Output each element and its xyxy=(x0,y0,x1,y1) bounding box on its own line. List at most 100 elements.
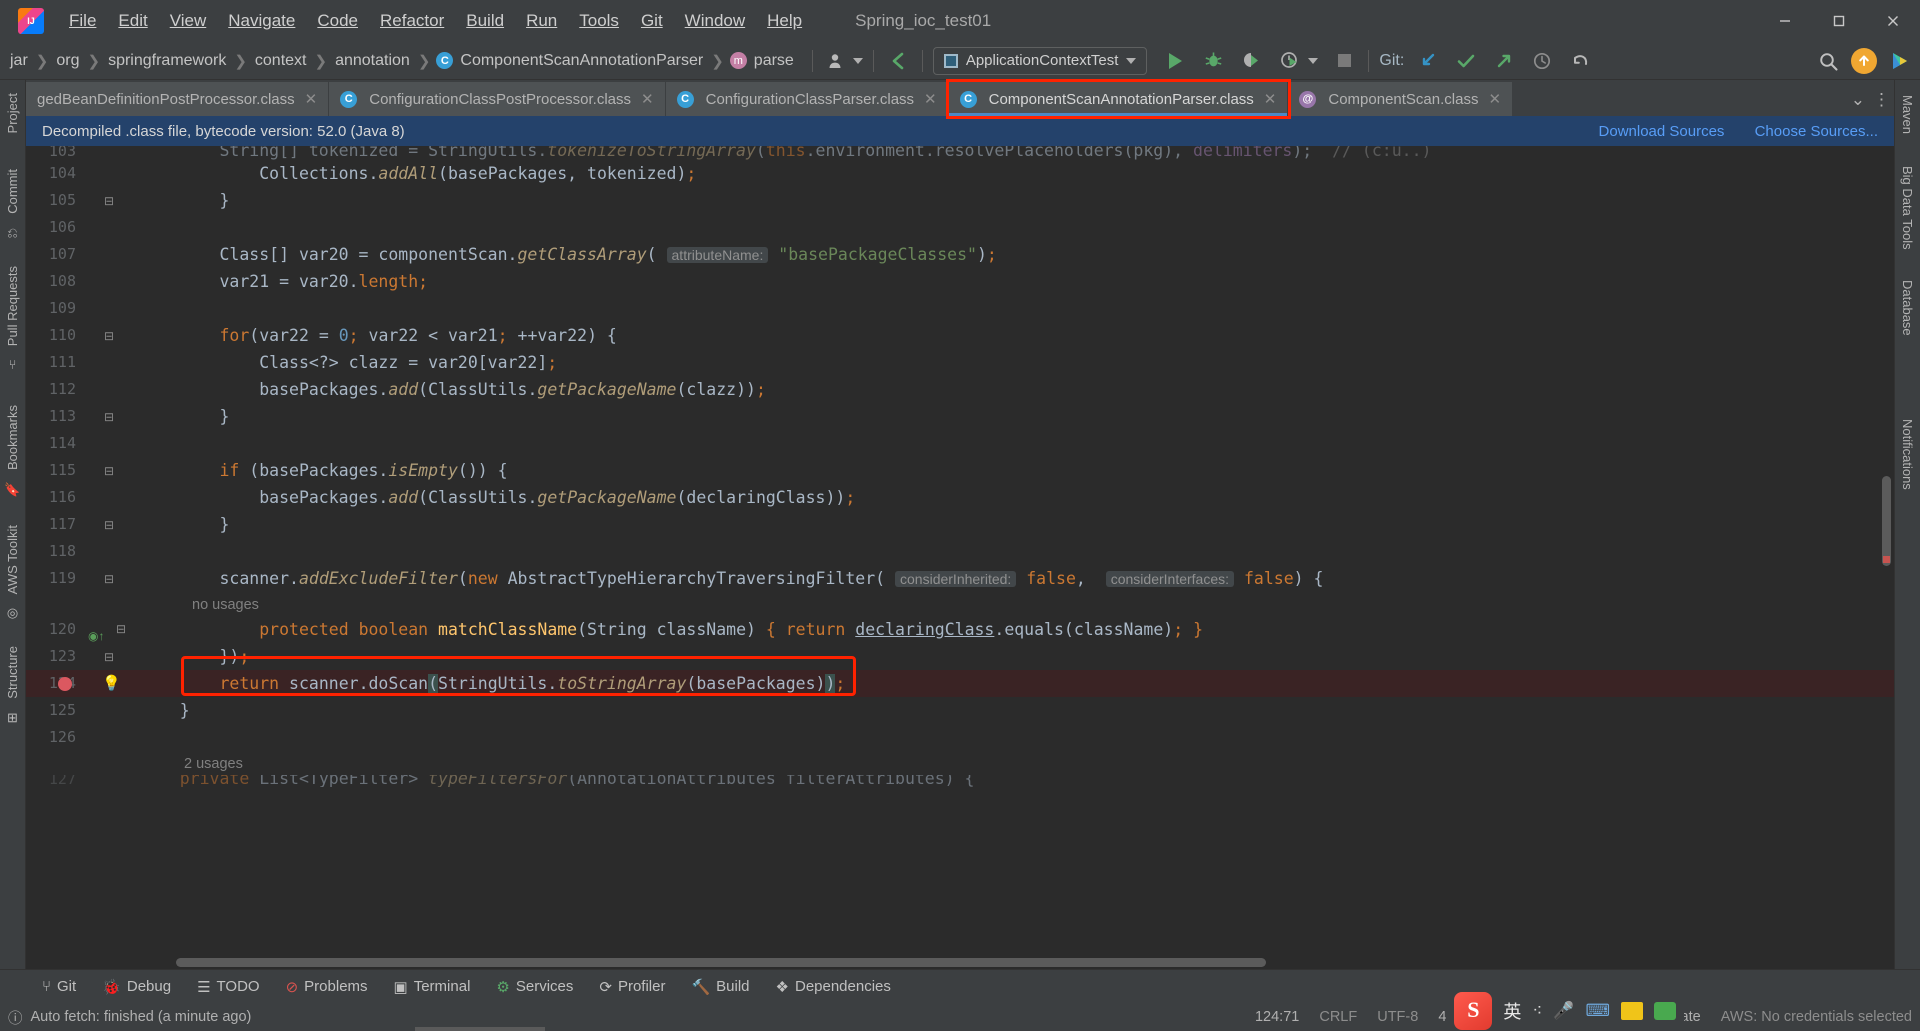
menu-refactor[interactable]: Refactor xyxy=(369,7,455,35)
intention-bulb-icon[interactable]: 💡 xyxy=(102,670,121,697)
fold-icon[interactable]: ⊟ xyxy=(104,410,114,424)
choose-sources-link[interactable]: Choose Sources... xyxy=(1755,123,1878,140)
menu-navigate[interactable]: Navigate xyxy=(217,7,306,35)
gutter-icons[interactable]: ⊟ xyxy=(86,565,132,593)
avatar-icon[interactable] xyxy=(823,47,851,75)
debug-icon[interactable] xyxy=(1199,47,1227,75)
tab-component-scan[interactable]: @ ComponentScan.class ✕ xyxy=(1288,82,1514,116)
back-arrow-icon[interactable] xyxy=(884,47,912,75)
caret-position[interactable]: 124:71 xyxy=(1255,1009,1299,1025)
gutter-icons[interactable]: ⊟ xyxy=(86,643,132,671)
breadcrumb-jar[interactable]: jar xyxy=(8,50,30,72)
tab-managed-bean-definition-post-processor[interactable]: gedBeanDefinitionPostProcessor.class ✕ xyxy=(26,82,330,116)
gutter-icons[interactable]: ⊟ xyxy=(86,322,132,350)
fold-icon[interactable]: ⊟ xyxy=(104,518,114,532)
menu-tools[interactable]: Tools xyxy=(568,7,630,35)
tool-window-debug[interactable]: 🐞 Debug xyxy=(90,974,183,1000)
avatar-dropdown-icon[interactable] xyxy=(852,57,863,64)
menu-icon[interactable] xyxy=(1654,1002,1676,1020)
gutter-icons[interactable]: ⊟ xyxy=(86,457,132,485)
close-icon[interactable]: ✕ xyxy=(1264,90,1277,108)
profiler-icon[interactable] xyxy=(1275,47,1303,75)
file-encoding[interactable]: UTF-8 xyxy=(1377,1009,1418,1025)
breadcrumb-springframework[interactable]: springframework xyxy=(106,50,228,72)
tabs-more-icon[interactable]: ⋮ xyxy=(1873,90,1890,110)
breadcrumb-method[interactable]: parse xyxy=(752,50,796,72)
menu-code[interactable]: Code xyxy=(306,7,369,35)
usages-label[interactable]: 2 usages xyxy=(132,751,1894,776)
tab-configuration-class-parser[interactable]: C ConfigurationClassParser.class ✕ xyxy=(665,82,949,116)
ime-logo-icon[interactable] xyxy=(1454,992,1493,1030)
maximize-button[interactable] xyxy=(1812,0,1866,42)
keyboard-icon[interactable]: ⌨ xyxy=(1585,1001,1610,1021)
ide-feature-icon[interactable] xyxy=(1886,47,1914,75)
breadcrumb-class[interactable]: ComponentScanAnnotationParser xyxy=(458,50,705,72)
commit-icon[interactable] xyxy=(1452,47,1480,75)
breadcrumb-context[interactable]: context xyxy=(253,50,309,72)
run-icon[interactable] xyxy=(1161,47,1189,75)
gutter-icons[interactable]: ⊟ xyxy=(86,187,132,215)
close-icon[interactable]: ✕ xyxy=(924,90,937,108)
aws-status[interactable]: AWS: No credentials selected xyxy=(1721,1009,1912,1025)
editor-horizontal-scrollbar[interactable] xyxy=(176,958,1266,967)
menu-edit[interactable]: Edit xyxy=(107,7,158,35)
menu-run[interactable]: Run xyxy=(515,7,568,35)
sidebar-item-structure[interactable]: Structure xyxy=(5,639,20,706)
tool-window-build[interactable]: 🔨 Build xyxy=(679,974,761,1000)
sidebar-item-aws-toolkit[interactable]: AWS Toolkit xyxy=(5,518,20,601)
sidebar-item-commit[interactable]: Commit xyxy=(5,162,20,221)
menu-view[interactable]: View xyxy=(159,7,218,35)
tab-component-scan-annotation-parser[interactable]: C ComponentScanAnnotationParser.class ✕ xyxy=(945,79,1292,119)
breadcrumb-annotation[interactable]: annotation xyxy=(333,50,412,72)
fold-icon[interactable]: ⊟ xyxy=(104,194,114,208)
stop-icon[interactable] xyxy=(1330,47,1358,75)
tab-configuration-class-post-processor[interactable]: C ConfigurationClassPostProcessor.class … xyxy=(329,82,666,116)
tabs-overflow-icon[interactable]: ⌄ xyxy=(1851,90,1865,110)
close-icon[interactable]: ✕ xyxy=(305,90,318,108)
editor-vertical-scrollbar[interactable] xyxy=(1882,476,1891,566)
sidebar-item-notifications[interactable]: Notifications xyxy=(1900,412,1915,497)
menu-build[interactable]: Build xyxy=(455,7,515,35)
fold-icon[interactable]: ⊟ xyxy=(116,616,126,643)
fold-icon[interactable]: ⊟ xyxy=(104,572,114,586)
usages-label[interactable]: no usages xyxy=(132,592,1894,617)
fold-icon[interactable]: ⊟ xyxy=(104,329,114,343)
search-icon[interactable] xyxy=(1814,47,1842,75)
breadcrumb-org[interactable]: org xyxy=(54,50,81,72)
update-project-icon[interactable] xyxy=(1414,47,1442,75)
menu-file[interactable]: File xyxy=(58,7,107,35)
ime-mode-char[interactable]: 英 xyxy=(1503,998,1521,1024)
sidebar-item-bookmarks[interactable]: Bookmarks xyxy=(5,398,20,477)
menu-help[interactable]: Help xyxy=(756,7,813,35)
breakpoint-icon[interactable] xyxy=(58,677,72,691)
rollback-icon[interactable] xyxy=(1566,47,1594,75)
download-sources-link[interactable]: Download Sources xyxy=(1599,123,1725,140)
close-icon[interactable]: ✕ xyxy=(641,90,654,108)
mic-icon[interactable]: 🎤 xyxy=(1553,1001,1574,1021)
sidebar-item-database[interactable]: Database xyxy=(1900,273,1915,343)
push-icon[interactable] xyxy=(1490,47,1518,75)
tool-window-todo[interactable]: ☰ TODO xyxy=(185,974,272,1000)
tool-window-dependencies[interactable]: ❖ Dependencies xyxy=(764,974,903,1000)
fold-icon[interactable]: ⊟ xyxy=(104,650,114,664)
menu-git[interactable]: Git xyxy=(630,7,674,35)
upload-icon[interactable] xyxy=(1851,48,1877,74)
tool-window-terminal[interactable]: ▣ Terminal xyxy=(382,974,483,1000)
sidebar-item-project[interactable]: Project xyxy=(5,86,20,140)
gutter-icons[interactable]: ⊟ xyxy=(86,403,132,431)
history-icon[interactable] xyxy=(1528,47,1556,75)
sidebar-item-big-data-tools[interactable]: Big Data Tools xyxy=(1900,159,1915,257)
error-stripe-marker[interactable] xyxy=(1883,556,1890,563)
sidebar-item-maven[interactable]: Maven xyxy=(1900,88,1915,141)
ime-dot-icon[interactable]: ⁖ xyxy=(1532,1001,1542,1021)
gutter-icons[interactable]: ⊟ xyxy=(86,511,132,539)
run-with-coverage-icon[interactable] xyxy=(1237,47,1265,75)
run-configuration-selector[interactable]: ApplicationContextTest xyxy=(932,46,1148,75)
sidebar-item-pull-requests[interactable]: Pull Requests xyxy=(5,259,20,353)
tool-window-services[interactable]: ⚙ Services xyxy=(484,974,585,1000)
palette-icon[interactable] xyxy=(1621,1002,1643,1020)
profiler-dropdown-icon[interactable] xyxy=(1308,57,1319,64)
line-separator[interactable]: CRLF xyxy=(1319,1009,1357,1025)
fold-icon[interactable]: ⊟ xyxy=(104,464,114,478)
tool-window-git[interactable]: ⑂ Git xyxy=(30,974,88,999)
